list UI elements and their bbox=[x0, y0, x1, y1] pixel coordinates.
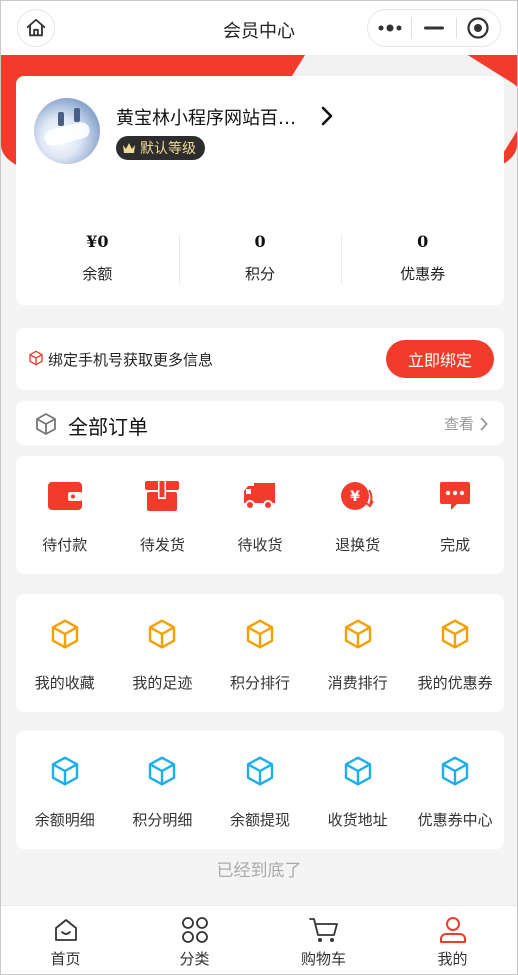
tab-label: 首页 bbox=[50, 950, 81, 968]
minimize-icon bbox=[423, 26, 444, 30]
cube-icon bbox=[51, 619, 78, 649]
bind-now-button[interactable]: 立即绑定 bbox=[386, 340, 494, 378]
profile-card: 黄宝林小程序网站百… 默认等级 ¥0 余额 0 积分 0 优惠券 bbox=[16, 76, 504, 305]
service-coupon-center[interactable]: 优惠券中心 bbox=[406, 731, 504, 849]
service-my-coupons[interactable]: 我的优惠券 bbox=[406, 594, 504, 712]
cube-icon bbox=[441, 756, 469, 786]
cube-icon bbox=[344, 619, 371, 649]
view-all-orders-link[interactable]: 查看 bbox=[444, 413, 488, 434]
stat-label: 积分 bbox=[245, 265, 276, 283]
order-status-label: 完成 bbox=[440, 536, 471, 554]
order-pending-receipt[interactable]: 待收货 bbox=[211, 456, 309, 574]
service-favorites[interactable]: 我的收藏 bbox=[16, 594, 114, 712]
cube-icon bbox=[149, 756, 176, 786]
stat-label: 优惠券 bbox=[400, 265, 446, 283]
chevron-right-icon[interactable] bbox=[320, 106, 334, 126]
truck-icon bbox=[243, 483, 275, 510]
stat-value: ¥0 bbox=[86, 232, 109, 251]
bind-phone-bar: 绑定手机号获取更多信息 立即绑定 bbox=[16, 328, 504, 390]
stat-label: 余额 bbox=[82, 265, 113, 283]
avatar[interactable] bbox=[34, 98, 100, 164]
service-withdraw[interactable]: 余额提现 bbox=[211, 731, 309, 849]
service-label: 优惠券中心 bbox=[417, 811, 493, 829]
bind-phone-text: 绑定手机号获取更多信息 bbox=[48, 351, 214, 369]
service-label: 我的足迹 bbox=[132, 674, 193, 692]
svg-text:¥: ¥ bbox=[350, 489, 360, 505]
stat-value: 0 bbox=[417, 232, 429, 251]
package-icon bbox=[36, 413, 56, 435]
user-icon bbox=[439, 917, 466, 943]
order-status-label: 待付款 bbox=[42, 536, 88, 554]
stat-balance[interactable]: ¥0 余额 bbox=[16, 226, 179, 286]
box-icon bbox=[145, 481, 180, 511]
cube-icon bbox=[29, 350, 43, 366]
order-status-label: 待发货 bbox=[139, 536, 185, 554]
service-label: 我的优惠券 bbox=[417, 674, 493, 692]
refund-icon: ¥ bbox=[340, 482, 374, 510]
services-grid-2: 余额明细 积分明细 余额提现 收货地址 优惠券中心 bbox=[16, 731, 504, 849]
order-status-label: 退换货 bbox=[335, 536, 381, 554]
tab-category[interactable]: 分类 bbox=[130, 906, 259, 974]
member-level-badge: 默认等级 bbox=[116, 136, 205, 160]
minimize-button[interactable] bbox=[412, 10, 455, 46]
service-label: 我的收藏 bbox=[34, 674, 95, 692]
services-grid-1: 我的收藏 我的足迹 积分排行 消费排行 我的优惠券 bbox=[16, 594, 504, 712]
service-label: 积分明细 bbox=[132, 811, 193, 829]
stat-coupons[interactable]: 0 优惠券 bbox=[341, 226, 504, 286]
more-button[interactable] bbox=[368, 10, 411, 46]
service-points-ranking[interactable]: 积分排行 bbox=[211, 594, 309, 712]
crown-icon bbox=[123, 143, 135, 153]
service-balance-details[interactable]: 余额明细 bbox=[16, 731, 114, 849]
tab-home[interactable]: 首页 bbox=[1, 906, 130, 974]
service-label: 积分排行 bbox=[229, 674, 290, 692]
user-name[interactable]: 黄宝林小程序网站百… bbox=[116, 104, 296, 130]
cube-icon bbox=[441, 619, 469, 649]
target-close-icon bbox=[467, 17, 489, 39]
member-level-label: 默认等级 bbox=[140, 141, 196, 157]
cube-icon bbox=[246, 756, 274, 786]
service-addresses[interactable]: 收货地址 bbox=[309, 731, 407, 849]
category-grid-icon bbox=[181, 917, 208, 943]
cube-icon bbox=[246, 619, 274, 649]
shopping-cart-icon bbox=[308, 918, 338, 942]
order-status-grid: 待付款 待发货 待收货 ¥ 退换货 完成 bbox=[16, 456, 504, 574]
mini-program-capsule bbox=[367, 9, 501, 47]
service-label: 余额提现 bbox=[229, 811, 290, 829]
chevron-right-icon bbox=[480, 417, 488, 430]
tab-label: 我的 bbox=[437, 950, 468, 968]
wallet-icon bbox=[47, 482, 82, 510]
home-icon bbox=[54, 919, 77, 941]
tab-label: 购物车 bbox=[300, 950, 346, 968]
tab-me[interactable]: 我的 bbox=[388, 906, 517, 974]
service-footprints[interactable]: 我的足迹 bbox=[114, 594, 212, 712]
stat-points[interactable]: 0 积分 bbox=[178, 226, 342, 286]
service-label: 余额明细 bbox=[34, 811, 95, 829]
order-pending-shipment[interactable]: 待发货 bbox=[114, 456, 212, 574]
order-pending-payment[interactable]: 待付款 bbox=[16, 456, 114, 574]
title-bar: 会员中心 bbox=[1, 1, 517, 55]
all-orders-title: 全部订单 bbox=[68, 415, 148, 439]
service-spending-ranking[interactable]: 消费排行 bbox=[309, 594, 407, 712]
order-completed[interactable]: 完成 bbox=[406, 456, 504, 574]
end-of-list-text: 已经到底了 bbox=[216, 861, 302, 881]
account-stats: ¥0 余额 0 积分 0 优惠券 bbox=[16, 226, 504, 286]
cube-icon bbox=[149, 619, 176, 649]
service-label: 消费排行 bbox=[327, 674, 388, 692]
view-all-label: 查看 bbox=[443, 415, 474, 433]
bottom-tab-bar: 首页 分类 购物车 我的 bbox=[1, 905, 517, 974]
more-dots-icon bbox=[378, 24, 402, 32]
close-button[interactable] bbox=[457, 10, 500, 46]
order-status-label: 待收货 bbox=[237, 536, 283, 554]
order-returns[interactable]: ¥ 退换货 bbox=[309, 456, 407, 574]
tab-cart[interactable]: 购物车 bbox=[259, 906, 388, 974]
all-orders-header[interactable]: 全部订单 查看 bbox=[16, 401, 504, 445]
service-points-details[interactable]: 积分明细 bbox=[114, 731, 212, 849]
chat-icon bbox=[440, 482, 471, 510]
cube-icon bbox=[344, 756, 371, 786]
tab-label: 分类 bbox=[179, 950, 210, 968]
cube-icon bbox=[51, 756, 78, 786]
service-label: 收货地址 bbox=[327, 811, 388, 829]
stat-value: 0 bbox=[254, 232, 266, 251]
